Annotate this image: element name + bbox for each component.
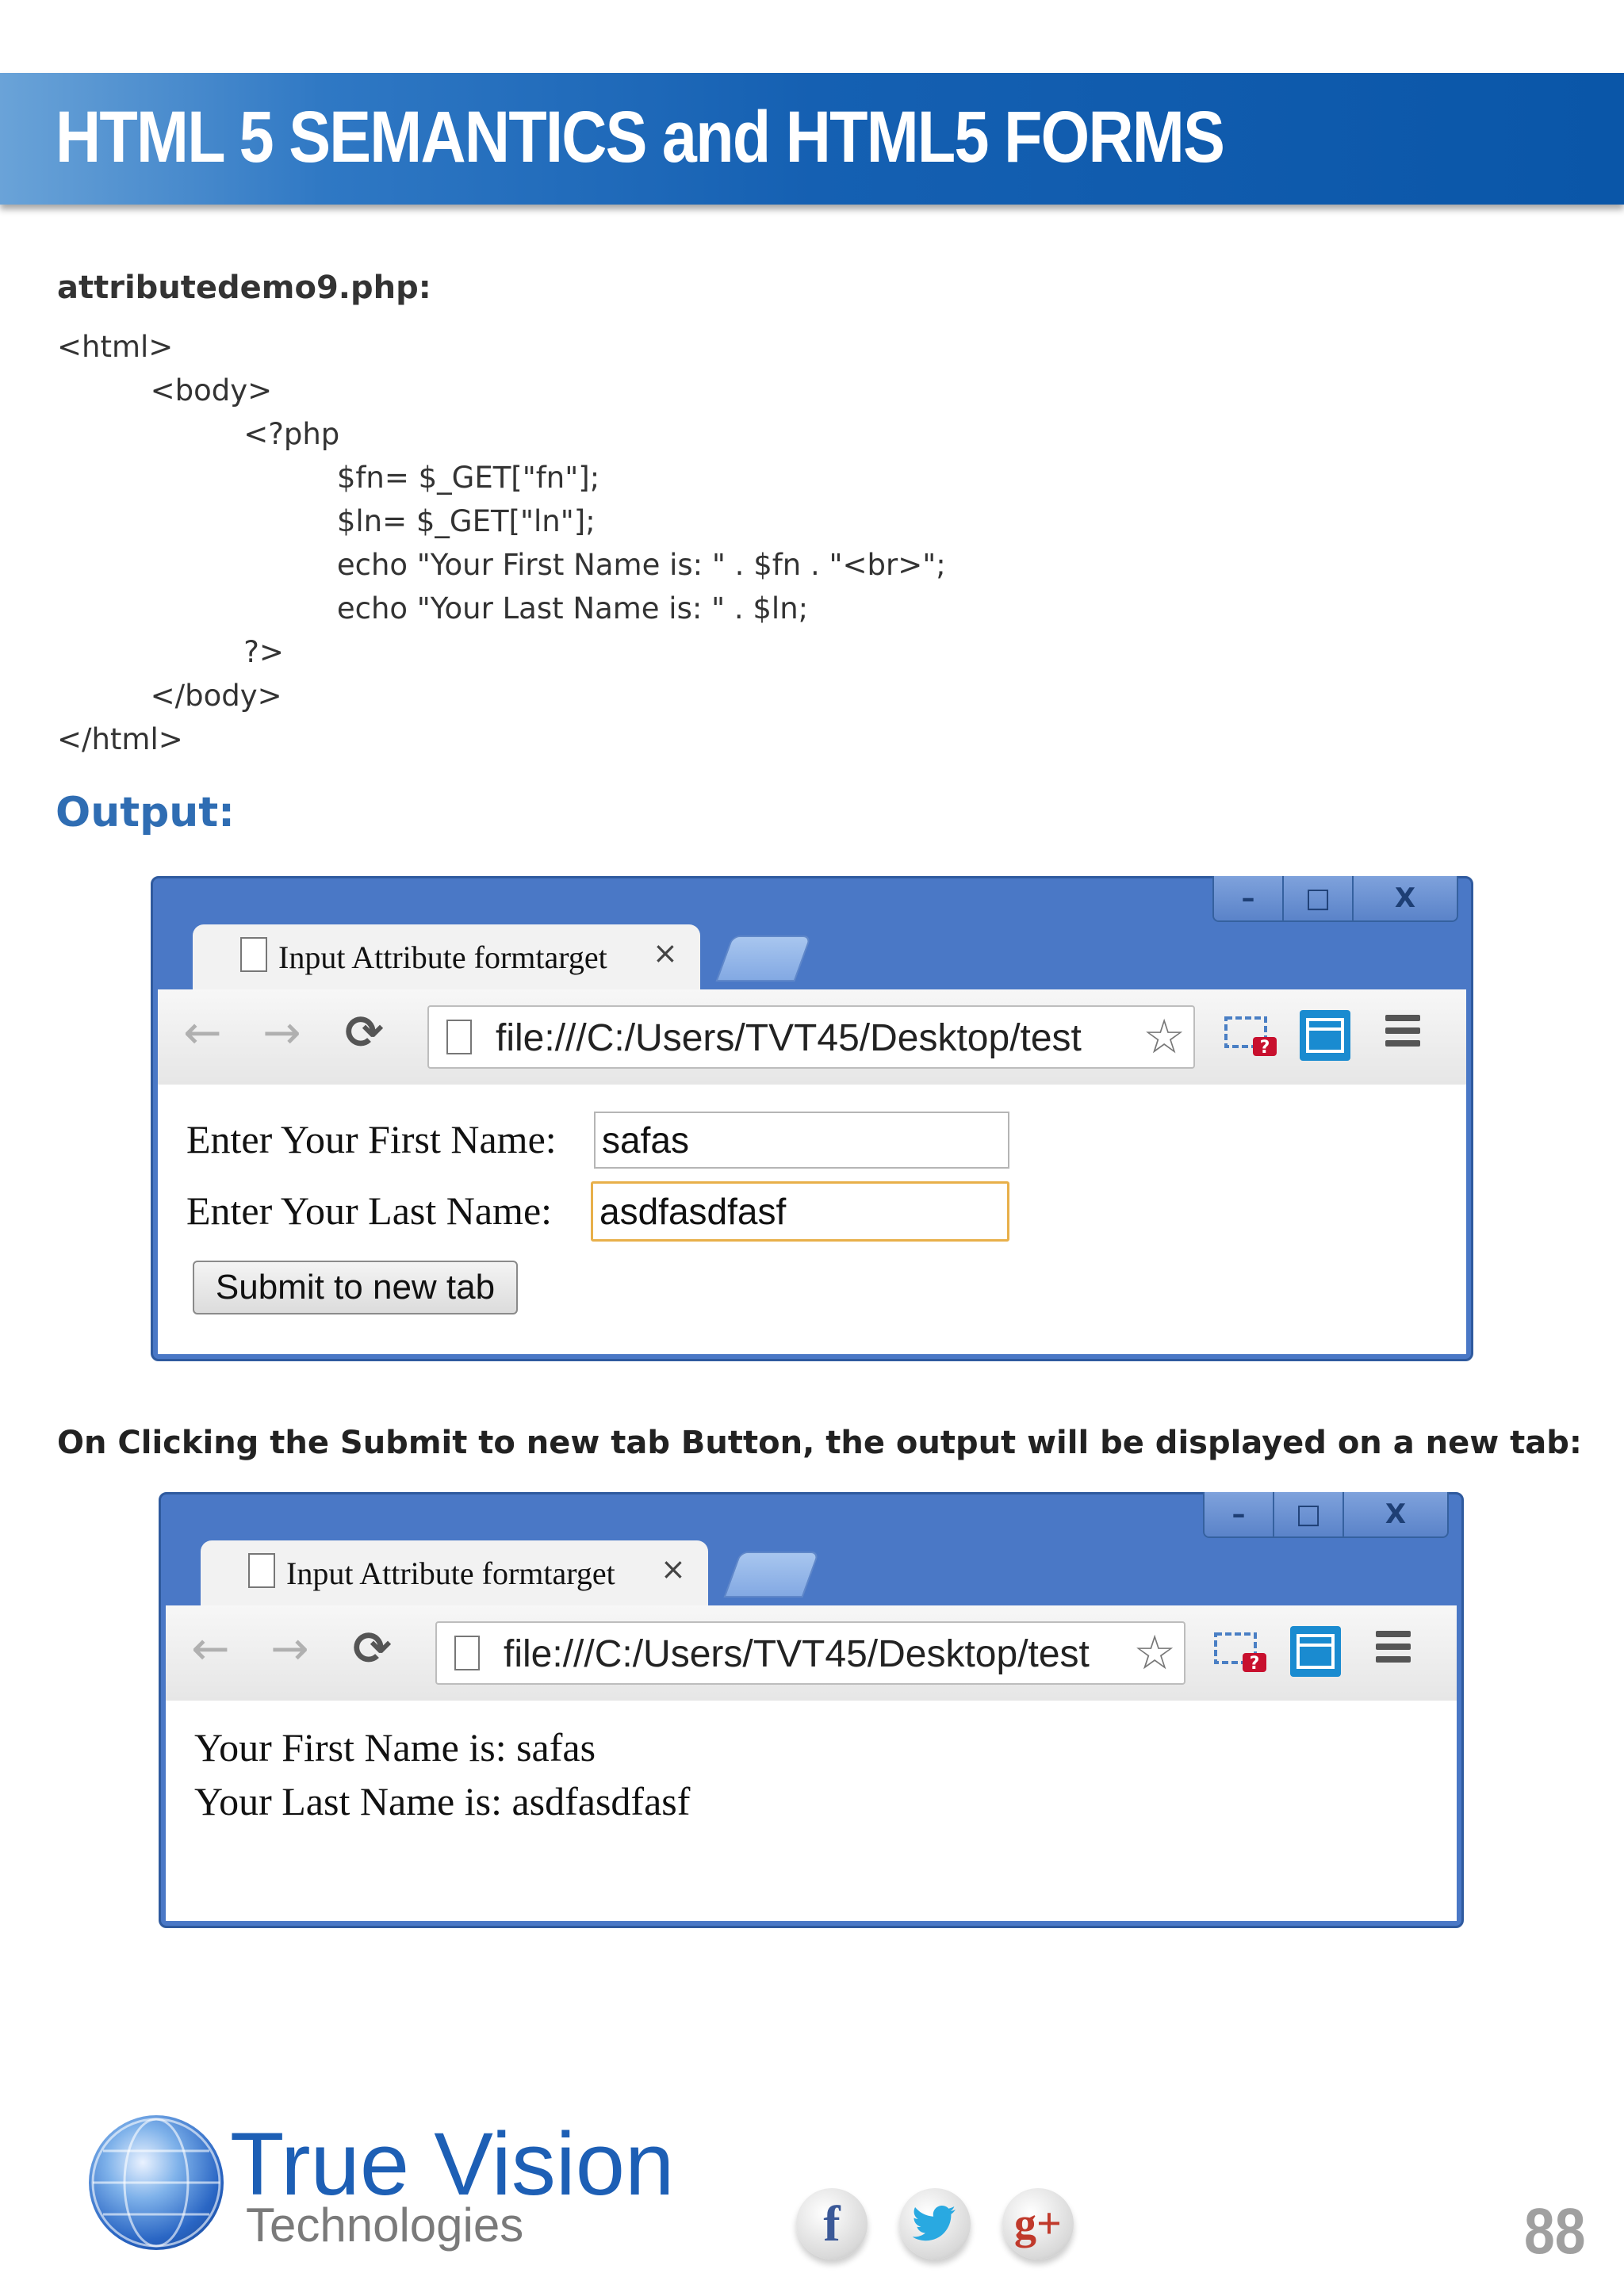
code-block: <html> <body> <?php $fn= $_GET["fn"]; $l… <box>57 325 946 761</box>
last-name-input[interactable] <box>591 1181 1009 1242</box>
close-window-button[interactable]: X <box>1344 1492 1447 1536</box>
page-icon <box>446 1020 472 1054</box>
address-bar[interactable]: file:///C:/Users/TVT45/Desktop/test ☆ <box>435 1621 1185 1685</box>
browser-toolbar: ← → ⟳ file:///C:/Users/TVT45/Desktop/tes… <box>166 1605 1457 1702</box>
address-bar[interactable]: file:///C:/Users/TVT45/Desktop/test ☆ <box>427 1005 1195 1069</box>
output-heading: Output: <box>56 789 235 836</box>
tab-close-icon[interactable]: × <box>653 936 678 970</box>
bookmark-star-icon[interactable]: ☆ <box>1143 1012 1185 1062</box>
forward-arrow-icon[interactable]: → <box>270 1624 309 1672</box>
svg-text:?: ? <box>1250 1654 1260 1674</box>
reload-icon[interactable]: ⟳ <box>353 1624 392 1672</box>
code-line: <html> <box>57 330 174 364</box>
globe-grid-icon <box>91 2118 221 2248</box>
tab-close-icon[interactable]: × <box>661 1552 686 1586</box>
menu-icon[interactable] <box>1376 1631 1411 1670</box>
code-line: </html> <box>57 722 183 756</box>
document-icon <box>240 937 267 972</box>
document-icon <box>248 1553 275 1588</box>
maximize-button[interactable]: □ <box>1284 876 1354 920</box>
page-title: HTML 5 SEMANTICS and HTML5 FORMS <box>56 97 1225 178</box>
back-arrow-icon[interactable]: ← <box>183 1008 222 1056</box>
browser-toolbar: ← → ⟳ file:///C:/Users/TVT45/Desktop/tes… <box>158 989 1466 1086</box>
extension-icon[interactable] <box>1290 1626 1341 1677</box>
code-line: $fn= $_GET["fn"]; <box>57 461 600 495</box>
back-arrow-icon[interactable]: ← <box>191 1624 230 1672</box>
browser-window-form: – □ X Input Attribute formtarget × ← → ⟳… <box>151 876 1473 1361</box>
code-line: $ln= $_GET["ln"]; <box>57 504 596 538</box>
result-first-name: Your First Name is: safas <box>194 1725 596 1770</box>
extension-icon[interactable] <box>1300 1010 1350 1061</box>
code-line: </body> <box>57 679 282 713</box>
logo-subtitle: Technologies <box>246 2198 524 2252</box>
first-name-label: Enter Your First Name: <box>186 1117 557 1161</box>
tab-title: Input Attribute formtarget <box>278 939 607 975</box>
twitter-icon[interactable] <box>899 2188 971 2260</box>
browser-window-result: – □ X Input Attribute formtarget × ← → ⟳… <box>159 1492 1464 1928</box>
file-title: attributedemo9.php: <box>57 270 431 306</box>
page-content: Your First Name is: safas Your Last Name… <box>166 1701 1457 1921</box>
window-controls: – □ X <box>1212 876 1458 922</box>
maximize-button[interactable]: □ <box>1274 1492 1344 1536</box>
code-line: echo "Your Last Name is: " . $ln; <box>57 591 809 626</box>
bookmark-star-icon[interactable]: ☆ <box>1133 1628 1176 1678</box>
svg-text:?: ? <box>1260 1038 1270 1058</box>
url-text: file:///C:/Users/TVT45/Desktop/test <box>504 1633 1090 1675</box>
new-tab-button[interactable] <box>723 1552 820 1598</box>
menu-icon[interactable] <box>1385 1015 1420 1054</box>
url-text: file:///C:/Users/TVT45/Desktop/test <box>496 1017 1082 1059</box>
browser-tab[interactable]: Input Attribute formtarget × <box>201 1540 708 1607</box>
page-content: Enter Your First Name: Enter Your Last N… <box>158 1085 1466 1354</box>
code-line: echo "Your First Name is: " . $fn . "<br… <box>57 548 946 582</box>
window-controls: – □ X <box>1203 1492 1449 1538</box>
forward-arrow-icon[interactable]: → <box>262 1008 301 1056</box>
tab-title: Input Attribute formtarget <box>286 1556 615 1591</box>
new-tab-button[interactable] <box>715 936 812 982</box>
minimize-button[interactable]: – <box>1205 1492 1274 1536</box>
twitter-bird-icon <box>913 2206 956 2241</box>
last-name-label: Enter Your Last Name: <box>186 1188 553 1233</box>
code-line: <?php <box>57 417 340 451</box>
page-number: 88 <box>1524 2195 1586 2267</box>
minimize-button[interactable]: – <box>1214 876 1284 920</box>
header-band: HTML 5 SEMANTICS and HTML5 FORMS <box>0 73 1624 205</box>
cast-help-icon[interactable]: ? <box>1214 1629 1270 1674</box>
caption-text: On Clicking the Submit to new tab Button… <box>57 1425 1582 1461</box>
code-line: <body> <box>57 373 273 408</box>
facebook-icon[interactable]: f <box>796 2188 868 2260</box>
google-plus-icon[interactable]: g+ <box>1002 2188 1074 2260</box>
globe-logo-icon <box>89 2115 224 2250</box>
result-last-name: Your Last Name is: asdfasdfasf <box>194 1779 691 1823</box>
first-name-input[interactable] <box>594 1112 1009 1169</box>
code-line: ?> <box>57 635 284 669</box>
submit-to-new-tab-button[interactable]: Submit to new tab <box>193 1261 518 1314</box>
reload-icon[interactable]: ⟳ <box>345 1008 384 1056</box>
close-window-button[interactable]: X <box>1354 876 1457 920</box>
page-icon <box>454 1636 480 1670</box>
cast-help-icon[interactable]: ? <box>1224 1013 1280 1058</box>
browser-tab[interactable]: Input Attribute formtarget × <box>193 924 700 991</box>
